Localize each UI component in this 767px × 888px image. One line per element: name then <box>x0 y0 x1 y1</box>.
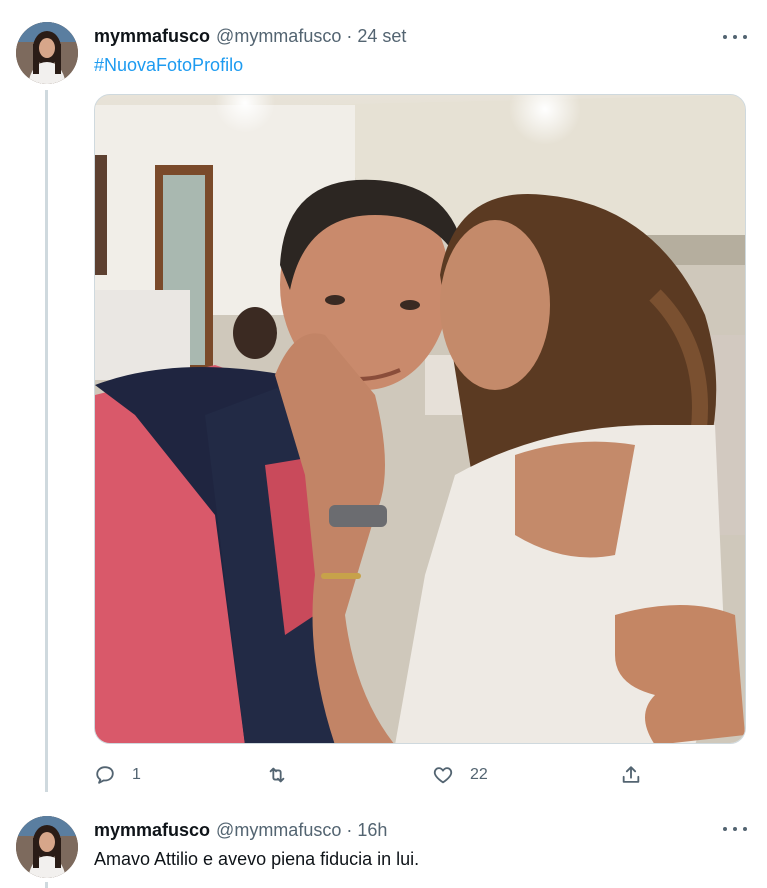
like-count: 22 <box>470 766 488 783</box>
reply-count: 1 <box>132 766 141 783</box>
tweet[interactable]: mymmafusco @mymmafusco · 24 set #NuovaFo… <box>0 0 767 800</box>
timestamp[interactable]: 24 set <box>357 25 406 47</box>
reply-icon <box>96 766 114 784</box>
reply-button[interactable]: 1 <box>94 762 141 788</box>
more-dots-icon[interactable] <box>723 822 747 836</box>
avatar[interactable] <box>16 816 78 878</box>
tweet-text: Amavo Attilio e avevo piena fiducia in l… <box>94 849 420 869</box>
share-button[interactable] <box>620 762 642 788</box>
share-icon <box>622 766 640 783</box>
display-name[interactable]: mymmafusco <box>94 25 210 47</box>
hashtag-link[interactable]: #NuovaFotoProfilo <box>94 54 243 76</box>
display-name[interactable]: mymmafusco <box>94 819 210 841</box>
tweet[interactable]: mymmafusco @mymmafusco · 16h Amavo Attil… <box>0 800 767 888</box>
heart-icon <box>433 767 453 784</box>
thread-connector-line <box>45 90 48 792</box>
tweet-header: mymmafusco @mymmafusco · 24 set <box>94 25 406 47</box>
more-dots-icon[interactable] <box>723 30 747 44</box>
photo-image <box>95 95 745 743</box>
tweet-photo[interactable] <box>94 94 746 744</box>
avatar-image <box>16 816 78 878</box>
avatar-image <box>16 22 78 84</box>
separator-dot: · <box>346 26 353 46</box>
tweet-header: mymmafusco @mymmafusco · 16h <box>94 819 387 841</box>
thread-connector-line <box>45 882 48 888</box>
timestamp[interactable]: 16h <box>357 819 387 841</box>
user-handle[interactable]: @mymmafusco <box>216 819 341 841</box>
separator-dot: · <box>346 820 353 840</box>
tweet-actions: 1 22 <box>94 762 654 788</box>
retweet-button[interactable] <box>266 762 304 788</box>
like-button[interactable]: 22 <box>432 762 488 788</box>
user-handle[interactable]: @mymmafusco <box>216 25 341 47</box>
retweet-icon <box>269 767 285 783</box>
avatar[interactable] <box>16 22 78 84</box>
